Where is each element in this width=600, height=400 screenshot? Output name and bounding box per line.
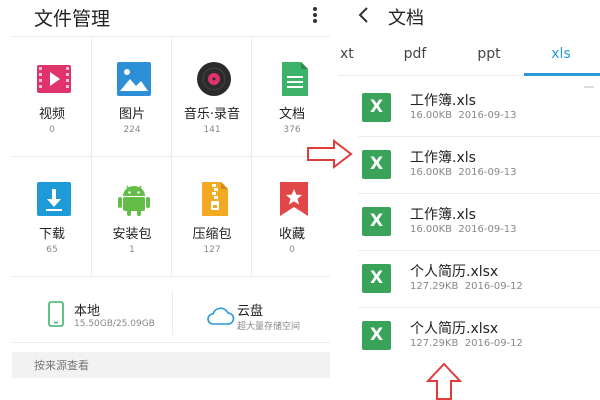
- document-icon: [282, 62, 308, 96]
- pointer-arrow-right-icon: [307, 139, 353, 169]
- zip-icon: [202, 182, 228, 216]
- download-icon: [37, 182, 71, 216]
- category-count: 65: [46, 245, 58, 255]
- category-apk[interactable]: 安装包 1: [92, 157, 172, 277]
- documents-header: 文档: [338, 0, 600, 34]
- documents-title: 文档: [388, 8, 424, 29]
- category-count: 224: [123, 125, 141, 135]
- file-meta: 127.29KB 2016-09-12: [410, 281, 523, 292]
- file-meta: 16.00KB 2016-09-13: [410, 167, 517, 178]
- file-name: 工作簿.xls: [410, 93, 476, 109]
- excel-file-icon: X: [362, 321, 391, 350]
- local-storage-title: 本地: [74, 304, 101, 319]
- tab-ppt[interactable]: ppt: [464, 46, 514, 62]
- view-by-source-header: 按来源查看: [12, 352, 330, 378]
- cloud-storage-desc: 超大量存储空间: [237, 322, 301, 332]
- category-label: 文档: [278, 107, 305, 122]
- documents-panel: 文档 xt pdf ppt xls X 工作簿.xls 16.00KB 2016…: [338, 0, 600, 400]
- image-icon: [117, 62, 151, 96]
- file-item[interactable]: X 个人简历.xlsx 127.29KB 2016-09-12: [338, 308, 600, 365]
- file-meta: 16.00KB 2016-09-13: [410, 110, 517, 121]
- file-manager-panel: 文件管理 视频 0 图片 224 音乐·录音 141 文档 376 下载 65 …: [0, 0, 330, 400]
- file-item[interactable]: X 工作簿.xls 16.00KB 2016-09-13: [338, 137, 600, 194]
- tab-pdf[interactable]: pdf: [390, 46, 440, 62]
- category-download[interactable]: 下载 65: [12, 157, 92, 277]
- pointer-arrow-up-icon: [426, 362, 462, 400]
- document-type-tabs: xt pdf ppt xls: [338, 38, 600, 76]
- active-tab-indicator: [524, 73, 600, 76]
- tab-txt[interactable]: xt: [340, 46, 354, 62]
- excel-file-icon: X: [362, 264, 391, 293]
- category-label: 收藏: [278, 227, 305, 242]
- category-favorites[interactable]: 收藏 0: [252, 157, 330, 277]
- source-row-partial: [12, 384, 330, 400]
- category-count: 376: [283, 125, 301, 135]
- file-item[interactable]: X 个人简历.xlsx 127.29KB 2016-09-12: [338, 251, 600, 308]
- local-storage[interactable]: 本地 15.50GB/25.09GB: [12, 281, 172, 343]
- category-archive[interactable]: 压缩包 127: [172, 157, 252, 277]
- category-count: 0: [49, 125, 55, 135]
- file-meta: 16.00KB 2016-09-13: [410, 224, 517, 235]
- excel-file-icon: X: [362, 207, 391, 236]
- category-image[interactable]: 图片 224: [92, 37, 172, 157]
- file-date: 2016-09-13: [458, 167, 517, 178]
- category-music[interactable]: 音乐·录音 141: [172, 37, 252, 157]
- category-count: 141: [203, 125, 221, 135]
- category-label: 图片: [118, 107, 145, 122]
- file-date: 2016-09-13: [458, 110, 517, 121]
- category-label: 压缩包: [192, 227, 232, 242]
- app-header: 文件管理: [0, 0, 330, 34]
- category-grid: 视频 0 图片 224 音乐·录音 141 文档 376 下载 65 安装包 1…: [12, 36, 330, 280]
- file-size: 16.00KB: [410, 167, 453, 178]
- category-label: 下载: [38, 227, 65, 242]
- file-date: 2016-09-12: [464, 338, 523, 349]
- file-size: 16.00KB: [410, 224, 453, 235]
- cloud-storage-title: 云盘: [237, 304, 264, 319]
- view-by-source-label: 按来源查看: [34, 359, 89, 372]
- file-size: 127.29KB: [410, 281, 459, 292]
- more-options-icon[interactable]: [309, 5, 321, 27]
- file-name: 工作簿.xls: [410, 207, 476, 223]
- category-count: 127: [203, 245, 221, 255]
- file-name: 工作簿.xls: [410, 150, 476, 166]
- file-meta: 127.29KB 2016-09-12: [410, 338, 523, 349]
- file-size: 16.00KB: [410, 110, 453, 121]
- back-arrow-icon[interactable]: [356, 6, 370, 24]
- category-label: 视频: [38, 107, 65, 122]
- scroll-handle: [584, 86, 594, 88]
- phone-icon: [48, 301, 64, 327]
- android-icon: [118, 185, 150, 216]
- file-size: 127.29KB: [410, 338, 459, 349]
- file-item[interactable]: X 工作簿.xls 16.00KB 2016-09-13: [338, 194, 600, 251]
- excel-file-icon: X: [362, 150, 391, 179]
- file-name: 个人简历.xlsx: [410, 264, 499, 280]
- file-item[interactable]: X 工作簿.xls 16.00KB 2016-09-13: [338, 80, 600, 137]
- app-title: 文件管理: [34, 8, 111, 30]
- file-date: 2016-09-13: [458, 224, 517, 235]
- video-icon: [37, 65, 71, 93]
- category-video[interactable]: 视频 0: [12, 37, 92, 157]
- excel-file-icon: X: [362, 93, 391, 122]
- category-count: 0: [289, 245, 295, 255]
- category-label: 音乐·录音: [183, 107, 241, 122]
- tab-xls[interactable]: xls: [536, 46, 586, 62]
- file-name: 个人简历.xlsx: [410, 321, 499, 337]
- music-icon: [197, 62, 231, 96]
- bookmark-icon: [280, 182, 308, 216]
- cloud-icon: [207, 307, 235, 325]
- local-storage-usage: 15.50GB/25.09GB: [74, 319, 155, 329]
- category-label: 安装包: [112, 227, 152, 242]
- category-count: 1: [129, 245, 135, 255]
- storage-section: 本地 15.50GB/25.09GB 云盘 超大量存储空间: [12, 281, 330, 343]
- cloud-storage[interactable]: 云盘 超大量存储空间: [173, 281, 330, 343]
- file-date: 2016-09-12: [464, 281, 523, 292]
